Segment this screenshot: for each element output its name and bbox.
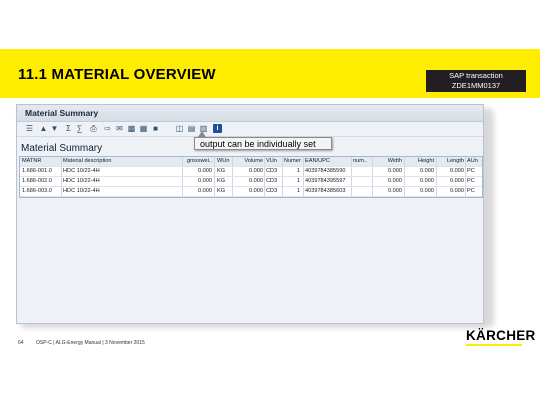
sap-transaction-code: ZDE1MM0137: [451, 81, 501, 90]
sap-toolbar: ☰ ▲ ▼ Σ ∑ ⎙ ⇨ ✉ ▩ ▦ ■ ◫ ▤ ▥ i: [17, 122, 483, 137]
table-cell: HDC 10/22-4H: [63, 168, 100, 174]
column-header[interactable]: grosswei..: [184, 157, 212, 166]
sap-title-bar: Material Summary: [17, 105, 483, 122]
details-icon[interactable]: ☰: [25, 124, 34, 133]
print-icon[interactable]: ⎙: [89, 124, 98, 133]
sum-icon[interactable]: Σ: [64, 124, 73, 133]
table-cell: CD3: [266, 178, 278, 184]
column-header[interactable]: Length: [438, 157, 464, 166]
layout-icon[interactable]: ◫: [175, 124, 184, 133]
table-row[interactable]: 1.686-003.0 HDC 10/22-4H 0.000 KG 0.000 …: [20, 187, 482, 197]
callout-tooltip: output can be individually set: [194, 137, 332, 150]
column-header[interactable]: Height: [406, 157, 434, 166]
table-cell: 0.000: [450, 168, 464, 174]
logo-text: KÄRCHER: [466, 328, 536, 343]
section-title: Material Summary: [21, 143, 103, 154]
export-icon[interactable]: ⇨: [103, 124, 112, 133]
table-cell: 1.686-001.0: [22, 168, 52, 174]
abc-icon[interactable]: ■: [151, 124, 160, 133]
table-cell: 4039784385590: [305, 168, 346, 174]
table-header-row: MATNR Material description grosswei.. WU…: [20, 157, 482, 167]
column-header[interactable]: EAN/UPC: [305, 157, 345, 166]
table-cell: 0.000: [388, 178, 402, 184]
column-header[interactable]: Material description: [63, 157, 153, 166]
column-header[interactable]: AUn: [467, 157, 481, 166]
footer-page-number: 64: [18, 340, 24, 346]
column-header[interactable]: Width: [374, 157, 402, 166]
sap-transaction-label: SAP transaction: [449, 71, 503, 80]
sap-window-title: Material Summary: [25, 108, 99, 118]
graphic-icon[interactable]: ▩: [127, 124, 136, 133]
table-cell: 0.000: [388, 168, 402, 174]
slide-title: 11.1 MATERIAL OVERVIEW: [18, 66, 216, 83]
mail-icon[interactable]: ✉: [115, 124, 124, 133]
column-header[interactable]: Numer: [284, 157, 302, 166]
table-cell: 0.000: [198, 168, 212, 174]
table-cell: 0.000: [420, 168, 434, 174]
table-cell: 0.000: [420, 188, 434, 194]
table-cell: 1: [296, 188, 300, 194]
table-cell: 0.000: [450, 188, 464, 194]
subtotal-icon[interactable]: ∑: [75, 124, 84, 133]
table-row[interactable]: 1.686-002.0 HDC 10/22-4H 0.000 KG 0.000 …: [20, 177, 482, 187]
table-cell: 0.000: [450, 178, 464, 184]
table-cell: 0.000: [198, 188, 212, 194]
info-icon[interactable]: i: [213, 124, 222, 133]
sap-transaction-badge: SAP transaction ZDE1MM0137: [426, 70, 526, 92]
table-cell: 0.000: [249, 168, 263, 174]
table-cell: PC: [467, 178, 475, 184]
column-header[interactable]: MATNR: [22, 157, 60, 166]
column-header[interactable]: Volume: [233, 157, 263, 166]
filter-icon[interactable]: ▼: [50, 124, 59, 133]
table-cell: 0.000: [388, 188, 402, 194]
select-icon[interactable]: ▲: [39, 124, 48, 133]
table-cell: 1: [296, 168, 300, 174]
table-cell: 4039784395597: [305, 178, 346, 184]
table-cell: 4039784385603: [305, 188, 346, 194]
save-icon[interactable]: ▦: [139, 124, 148, 133]
table-cell: KG: [217, 188, 226, 194]
column-header[interactable]: num..: [353, 157, 371, 166]
table-cell: 0.000: [420, 178, 434, 184]
table-cell: 0.000: [249, 178, 263, 184]
table-cell: CD3: [266, 188, 278, 194]
column-header[interactable]: WUn: [217, 157, 231, 166]
column-header[interactable]: VUn: [266, 157, 282, 166]
table-cell: CD3: [266, 168, 278, 174]
table-cell: 1.686-003.0: [22, 188, 52, 194]
footer-document-info: OSP-C | ALG-Energy Manual | 3 November 2…: [36, 340, 145, 346]
logo-underline: [466, 344, 522, 346]
table-cell: HDC 10/22-4H: [63, 188, 100, 194]
table-cell: 1: [296, 178, 300, 184]
table-row[interactable]: 1.686-001.0 HDC 10/22-4H 0.000 KG 0.000 …: [20, 167, 482, 177]
material-table: MATNR Material description grosswei.. WU…: [19, 156, 483, 198]
table-cell: PC: [467, 188, 475, 194]
table-cell: 1.686-002.0: [22, 178, 52, 184]
table-cell: KG: [217, 178, 226, 184]
choose-layout-icon[interactable]: ▤: [187, 124, 196, 133]
table-cell: PC: [467, 168, 475, 174]
table-cell: 0.000: [249, 188, 263, 194]
table-cell: HDC 10/22-4H: [63, 178, 100, 184]
table-cell: 0.000: [198, 178, 212, 184]
table-cell: KG: [217, 168, 226, 174]
karcher-logo: KÄRCHER: [466, 328, 535, 348]
